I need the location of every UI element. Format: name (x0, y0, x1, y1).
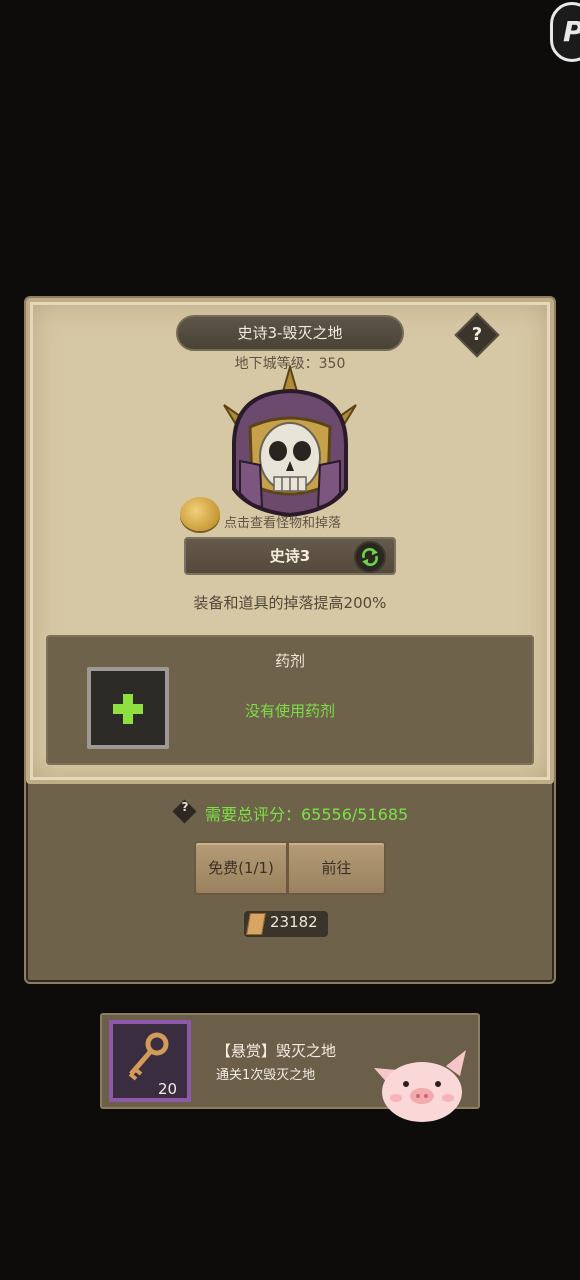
go-button[interactable]: 前往 (287, 841, 386, 895)
potion-status: 没有使用药剂 (244, 702, 335, 720)
plus-icon[interactable] (87, 667, 169, 749)
free-button[interactable]: 免费(1/1) (194, 841, 288, 895)
quest-reward-count: 20 (158, 1080, 178, 1098)
help-icon[interactable]: ? (461, 319, 493, 351)
key-icon (128, 1032, 169, 1081)
quest-description: 通关1次毁灭之地 (216, 1068, 316, 1083)
drop-bonus-text: 装备和道具的掉落提高200% (193, 594, 387, 612)
pig-sticker-icon (374, 1050, 466, 1122)
app-logo: P (550, 2, 580, 62)
question-icon[interactable]: ? (176, 800, 194, 814)
coin-icon (180, 497, 220, 531)
quest-title: 【悬赏】毁灭之地 (216, 1042, 337, 1060)
ticket-count: 23182 (270, 913, 318, 931)
swap-arrows-icon[interactable] (354, 541, 386, 573)
dungeon-title: 史诗3-毁灭之地 (176, 315, 404, 351)
required-score: 需要总评分：65556/51685 (205, 805, 409, 824)
monster-drop-hint[interactable]: 点击查看怪物和掉落 (224, 512, 341, 531)
armored-skull-icon[interactable] (210, 365, 370, 525)
